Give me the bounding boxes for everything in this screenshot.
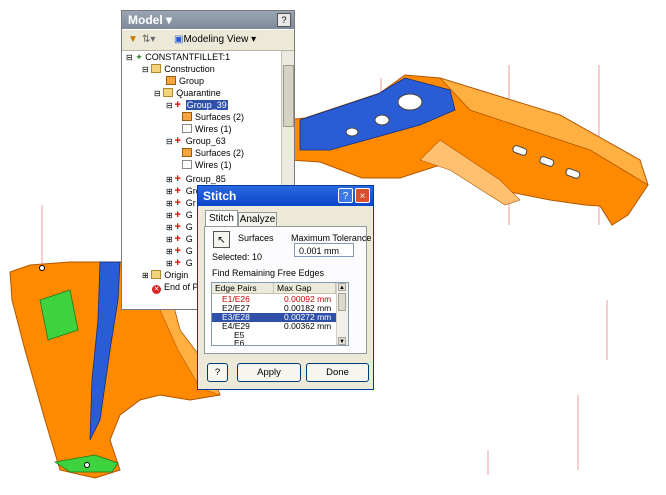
tree-node-label: Surfaces (2) [195, 112, 245, 122]
group-icon: + [174, 185, 181, 197]
group-icon: + [174, 99, 181, 111]
group-icon: + [174, 197, 181, 209]
close-button[interactable]: × [355, 188, 370, 203]
find-free-edges-label: Find Remaining Free Edges [212, 268, 325, 278]
group-icon: + [174, 233, 181, 245]
part-icon: ✦ [135, 52, 143, 62]
wire-icon [182, 160, 192, 169]
tree-node-group[interactable]: ⊞ + Gr [166, 197, 196, 209]
end-of-part-icon: ✕ [152, 285, 161, 294]
tree-node-label: G [185, 222, 193, 232]
tree-node-label: G [185, 246, 193, 256]
tree-node-label: Origin [164, 270, 189, 280]
tree-node-group-63[interactable]: ⊟ + Group_63 [166, 135, 226, 147]
surface-icon [182, 148, 192, 157]
select-arrow-icon: ↖ [217, 235, 226, 246]
max-gap-cell: 0.00362 mm [284, 321, 332, 331]
tree-node-surfaces[interactable]: Surfaces (2) [182, 111, 244, 123]
stitch-dialog: Stitch ? × Stitch Analyze ↖ Surfaces Sel… [197, 185, 374, 390]
tree-node-end-of-part[interactable]: ✕ End of Pa [152, 281, 204, 294]
tree-node-group[interactable]: ⊞ + G [166, 209, 193, 221]
done-button[interactable]: Done [306, 363, 369, 382]
modeling-view-dropdown[interactable]: ▣Modeling View ▾ [174, 33, 256, 47]
column-header-max-gap[interactable]: Max Gap [274, 283, 336, 294]
tab-analyze[interactable]: Analyze [238, 212, 277, 227]
tree-node-label: G [185, 258, 193, 268]
edge-pairs-table[interactable]: Edge Pairs Max Gap E1/E26 0.00092 mm E2/E… [211, 282, 349, 346]
dialog-help-button[interactable]: ? [338, 188, 353, 203]
scrollbar-thumb[interactable] [283, 65, 294, 127]
tree-node-wires[interactable]: Wires (1) [182, 159, 232, 171]
tree-node-construction[interactable]: ⊟ Construction [142, 63, 215, 75]
tolerance-label: Maximum Tolerance [291, 233, 372, 243]
apply-button[interactable]: Apply [237, 363, 301, 382]
group-icon: + [174, 245, 181, 257]
folder-icon [151, 270, 162, 279]
surface-icon [166, 76, 176, 85]
tree-node-label: Group [179, 76, 205, 86]
group-icon: + [174, 135, 181, 147]
tree-node-surfaces[interactable]: Surfaces (2) [182, 147, 244, 159]
edge-pair-cell: E6 [234, 338, 245, 346]
tree-node-group-39[interactable]: ⊟ + Group_39 [166, 99, 228, 111]
group-icon: + [174, 221, 181, 233]
group-icon: + [174, 209, 181, 221]
tab-stitch[interactable]: Stitch [205, 210, 238, 227]
tree-node-label: G [185, 234, 193, 244]
surface-icon [182, 112, 192, 121]
tree-node-group[interactable]: ⊞ + G [166, 233, 193, 245]
tree-node-label: Group_85 [185, 174, 226, 184]
tree-node-label: Surfaces (2) [195, 148, 245, 158]
tree-node-group[interactable]: ⊞ + G [166, 221, 193, 233]
tree-node-label: CONSTANTFILLET:1 [145, 52, 231, 62]
tree-node-label: Wires (1) [195, 160, 232, 170]
tree-node-label: Gr [185, 198, 196, 208]
help-button[interactable]: ? [207, 363, 228, 382]
tree-node-label: G [185, 210, 193, 220]
tree-node-group[interactable]: ⊞ + G [166, 257, 193, 269]
selected-label: Selected: 10 [212, 252, 262, 262]
tree-node-root[interactable]: ⊟ ✦ CONSTANTFILLET:1 [126, 51, 230, 63]
surfaces-select-button[interactable]: ↖ [213, 231, 230, 248]
folder-icon [163, 88, 174, 97]
tree-node-group[interactable]: Group [166, 75, 204, 87]
surfaces-label: Surfaces [238, 233, 274, 243]
table-scrollbar[interactable]: ▲ ▼ [336, 283, 348, 345]
tree-node-label: Construction [164, 64, 215, 74]
help-icon: ? [214, 367, 221, 378]
wire-icon [182, 124, 192, 133]
model-help-button[interactable]: ? [277, 13, 291, 27]
selected-label-text: Selected: [212, 252, 250, 262]
table-row[interactable]: E6 [212, 339, 336, 346]
sort-icon[interactable]: ⇅▾ [142, 33, 155, 47]
group-icon: + [174, 173, 181, 185]
scroll-down-icon[interactable]: ▼ [338, 337, 346, 345]
tree-node-label: Group_63 [185, 136, 226, 146]
tree-node-group[interactable]: ⊞ + G [166, 245, 193, 257]
tree-node-wires[interactable]: Wires (1) [182, 123, 232, 135]
group-icon: + [174, 257, 181, 269]
tree-node-label: Group_39 [185, 100, 228, 110]
filter-icon[interactable]: ▼ [128, 33, 138, 47]
tree-node-origin[interactable]: ⊞ Origin [142, 269, 188, 281]
model-toolbar: ▼ ⇅▾ ▣Modeling View ▾ [122, 30, 294, 51]
table-row[interactable]: E4/E29 0.00362 mm [212, 322, 336, 331]
scrollbar-thumb[interactable] [338, 293, 346, 311]
folder-icon [151, 64, 162, 73]
model-panel-title[interactable]: Model ▾ [122, 11, 294, 29]
tree-node-label: Wires (1) [195, 124, 232, 134]
tree-node-label: Quarantine [176, 88, 221, 98]
modeling-view-label: Modeling View [183, 34, 249, 45]
tolerance-input[interactable]: 0.001 mm [294, 243, 354, 257]
scroll-up-icon[interactable]: ▲ [338, 283, 346, 291]
column-header-edge-pairs[interactable]: Edge Pairs [212, 283, 274, 294]
tree-node-group-85[interactable]: ⊞ + Group_85 [166, 173, 226, 185]
tree-node-quarantine[interactable]: ⊟ Quarantine [154, 87, 221, 99]
selected-count: 10 [252, 252, 263, 262]
